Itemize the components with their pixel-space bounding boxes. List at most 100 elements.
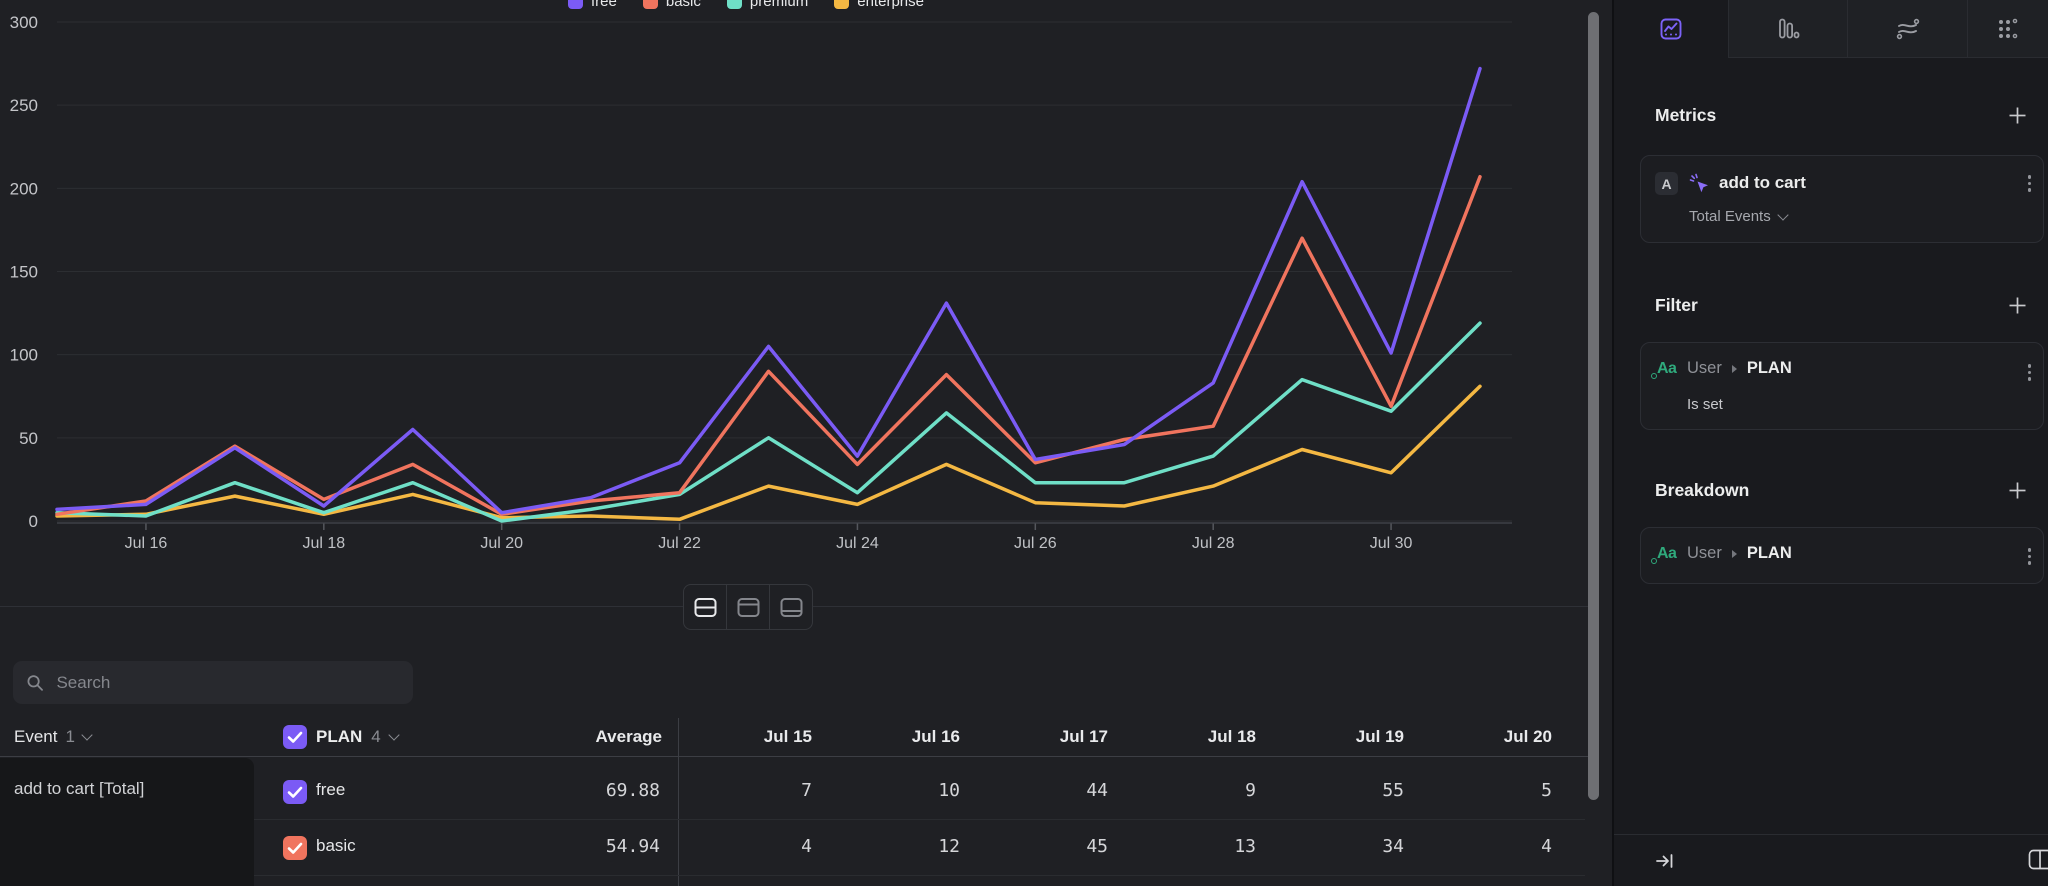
row-value: 4	[1541, 836, 1552, 857]
check-icon	[283, 780, 307, 804]
y-axis-label: 50	[19, 429, 38, 448]
filter-scope: User	[1687, 359, 1722, 378]
legend-label: enterprise	[857, 0, 924, 10]
main-area: 050100150200250300Jul 16Jul 18Jul 20Jul …	[0, 0, 1612, 886]
add-filter-button[interactable]	[2007, 295, 2028, 321]
row-label: free	[316, 780, 345, 800]
x-axis-label: Jul 24	[836, 535, 879, 552]
breakdown-card[interactable]: Aa User PLAN	[1640, 527, 2044, 584]
row-value: 7	[801, 780, 812, 801]
metric-event-name: add to cart	[1719, 173, 1806, 193]
row-average: 69.88	[606, 780, 660, 801]
row-checkbox[interactable]	[283, 836, 307, 860]
columns-layout-icon[interactable]	[2028, 848, 2048, 872]
x-axis-label: Jul 16	[125, 535, 168, 552]
query-builder-sidebar: Metrics A add to cart Total Events Filte…	[1612, 0, 2048, 886]
date-column-header[interactable]: Jul 19	[1356, 718, 1404, 756]
table-row-free: free69.88710449555	[0, 764, 1612, 820]
row-value: 34	[1382, 836, 1404, 857]
table-row-premium: premium33.0053235230	[0, 876, 1612, 886]
tab-flow[interactable]	[1847, 0, 1967, 58]
chart-only-view-button[interactable]	[726, 585, 769, 629]
row-value: 9	[1245, 780, 1256, 801]
row-value: 45	[1086, 836, 1108, 857]
y-axis-label: 300	[10, 13, 38, 32]
legend-label: free	[591, 0, 617, 10]
add-metric-button[interactable]	[2007, 105, 2028, 131]
kebab-menu-icon[interactable]	[2028, 361, 2032, 384]
chart-legend: free basic premium enterprise	[568, 0, 924, 12]
add-breakdown-button[interactable]	[2007, 480, 2028, 506]
triangle-right-icon	[1732, 550, 1737, 558]
collapse-panel-icon[interactable]	[1654, 850, 1676, 872]
sidebar-tabbar	[1614, 0, 2048, 58]
breakdown-section-title: Breakdown	[1655, 480, 1749, 501]
x-axis-label: Jul 30	[1370, 535, 1413, 552]
legend-swatch	[643, 0, 658, 9]
kebab-menu-icon[interactable]	[2028, 545, 2032, 568]
tab-line-chart[interactable]	[1614, 0, 1728, 58]
series-line-premium	[57, 323, 1480, 521]
table-row-basic: basic54.944124513344	[0, 820, 1612, 876]
bar-chart-icon	[1776, 17, 1800, 41]
x-axis-label: Jul 20	[480, 535, 523, 552]
y-axis-label: 100	[10, 346, 38, 365]
tab-bar-chart[interactable]	[1728, 0, 1847, 58]
date-column-header[interactable]: Jul 17	[1060, 718, 1108, 756]
check-icon	[283, 836, 307, 860]
triangle-right-icon	[1732, 365, 1737, 373]
plus-icon	[2007, 480, 2028, 501]
legend-swatch	[834, 0, 849, 9]
metrics-section-title: Metrics	[1655, 105, 1716, 126]
split-view-button[interactable]	[684, 585, 726, 629]
filter-property: PLAN	[1747, 359, 1792, 378]
metric-badge: A	[1655, 172, 1678, 195]
legend-swatch	[568, 0, 583, 9]
y-axis-label: 200	[10, 179, 38, 198]
legend-item-premium[interactable]: premium	[727, 0, 808, 10]
flow-stream-icon	[1895, 17, 1921, 41]
row-value: 12	[938, 836, 960, 857]
row-value: 4	[801, 836, 812, 857]
filter-card[interactable]: Aa User PLAN Is set	[1640, 342, 2044, 430]
x-axis-label: Jul 22	[658, 535, 701, 552]
string-property-icon: Aa	[1657, 360, 1676, 378]
date-column-header[interactable]: Jul 15	[764, 718, 812, 756]
view-toggle-group	[683, 584, 813, 630]
kebab-menu-icon[interactable]	[2028, 172, 2032, 195]
sidebar-bottom-bar	[1614, 834, 2048, 886]
row-average: 54.94	[606, 836, 660, 857]
filter-condition[interactable]: Is set	[1687, 396, 1723, 413]
filter-section-title: Filter	[1655, 295, 1698, 316]
y-axis-label: 0	[29, 512, 38, 531]
search-icon	[26, 673, 44, 693]
chevron-down-icon	[1777, 209, 1788, 220]
date-column-header[interactable]: Jul 16	[912, 718, 960, 756]
measure-label: Total Events	[1689, 208, 1771, 225]
search-input[interactable]	[54, 672, 400, 694]
chart-only-view-icon	[735, 595, 762, 620]
app-root: 050100150200250300Jul 16Jul 18Jul 20Jul …	[0, 0, 2048, 886]
legend-label: basic	[666, 0, 701, 10]
series-line-free	[57, 69, 1480, 513]
x-axis-label: Jul 18	[302, 535, 345, 552]
measure-dropdown[interactable]: Total Events	[1689, 208, 1787, 225]
legend-item-enterprise[interactable]: enterprise	[834, 0, 924, 10]
row-value: 5	[1541, 780, 1552, 801]
legend-item-basic[interactable]: basic	[643, 0, 701, 10]
breakdown-property: PLAN	[1747, 544, 1792, 563]
row-value: 44	[1086, 780, 1108, 801]
table-body: free69.88710449555basic54.944124513344pr…	[0, 764, 1612, 886]
date-column-header[interactable]: Jul 20	[1504, 718, 1552, 756]
tab-more-charts[interactable]	[1967, 0, 2048, 58]
metric-card[interactable]: A add to cart Total Events	[1640, 155, 2044, 243]
date-column-header[interactable]: Jul 18	[1208, 718, 1256, 756]
row-checkbox[interactable]	[283, 780, 307, 804]
vertical-scrollbar[interactable]	[1588, 12, 1599, 800]
legend-swatch	[727, 0, 742, 9]
legend-item-free[interactable]: free	[568, 0, 617, 10]
x-axis-label: Jul 28	[1192, 535, 1235, 552]
table-only-view-button[interactable]	[769, 585, 812, 629]
row-value: 10	[938, 780, 960, 801]
plus-icon	[2007, 105, 2028, 126]
